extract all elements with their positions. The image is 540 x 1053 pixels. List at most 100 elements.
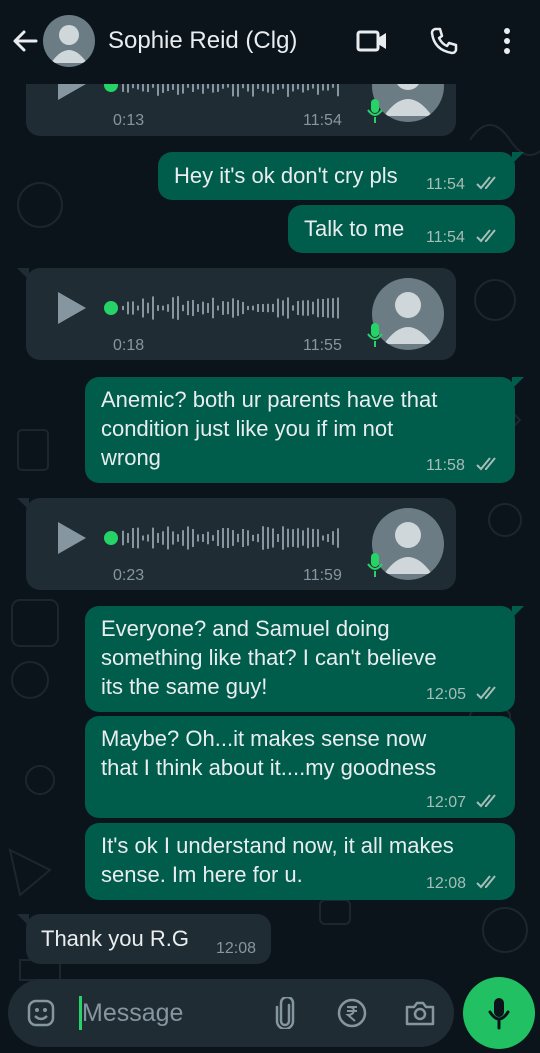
waveform-bar: [152, 296, 154, 320]
waveform-bar: [322, 535, 324, 541]
waveform-bar: [217, 529, 219, 547]
waveform-bar: [152, 527, 154, 549]
rupee-payment-icon[interactable]: [335, 996, 369, 1030]
phone-icon[interactable]: [427, 24, 461, 58]
message-line: Anemic? both ur parents have that: [101, 387, 438, 412]
waveform-bar: [257, 303, 259, 313]
waveform-bar: [177, 534, 179, 542]
read-receipt-icon: [476, 875, 496, 889]
waveform-bar: [217, 305, 219, 311]
message-time: 12:05: [426, 686, 467, 703]
waveform-bar: [127, 301, 129, 315]
message-text: Everyone? and Samuel doing something lik…: [101, 614, 437, 701]
waveform-bar: [162, 305, 164, 311]
waveform-bar: [187, 300, 189, 316]
video-call-icon[interactable]: [355, 24, 389, 58]
message-input[interactable]: Message: [82, 999, 183, 1028]
waveform-bar: [142, 298, 144, 318]
read-receipt-icon: [476, 229, 496, 243]
waveform-bar: [227, 528, 229, 548]
waveform-bar: [142, 535, 144, 541]
message-bubble-outgoing: Anemic? both ur parents have that condit…: [85, 377, 524, 483]
attach-icon[interactable]: [268, 996, 302, 1030]
waveform-bar: [317, 529, 319, 547]
mic-icon: [488, 998, 510, 1030]
waveform-bar: [327, 298, 329, 318]
message-time: 11:54: [426, 176, 465, 193]
mic-icon: [367, 323, 383, 347]
voice-duration: 0:18: [113, 337, 145, 354]
play-icon[interactable]: [58, 292, 86, 324]
waveform: [122, 526, 339, 550]
contact-name[interactable]: Sophie Reid (Clg): [108, 27, 297, 55]
waveform-bar: [192, 529, 194, 547]
waveform-bar: [312, 301, 314, 315]
waveform-bar: [302, 300, 304, 316]
play-icon[interactable]: [58, 522, 86, 554]
read-receipt-icon: [476, 686, 496, 700]
message-text: Talk to me: [304, 216, 405, 241]
waveform-bar: [222, 301, 224, 315]
waveform-bar: [297, 300, 299, 316]
waveform-bar: [272, 303, 274, 313]
voice-duration: 0:13: [113, 112, 145, 129]
message-bubble-outgoing: Everyone? and Samuel doing something lik…: [85, 606, 524, 712]
message-bubble-outgoing: Maybe? Oh...it makes sense now that I th…: [85, 716, 515, 818]
message-line: something like that? I can't believe: [101, 645, 437, 670]
voice-progress-dot[interactable]: [104, 301, 118, 315]
waveform-bar: [232, 298, 234, 318]
message-time: 12:08: [216, 940, 257, 957]
avatar[interactable]: [43, 15, 95, 67]
message-line: its the same guy!: [101, 674, 268, 699]
message-line: that I think about it....my goodness: [101, 755, 437, 780]
waveform-bar: [237, 300, 239, 316]
voice-message: 0:18 11:55: [17, 268, 456, 360]
message-time: 11:54: [426, 229, 465, 246]
waveform-bar: [292, 529, 294, 547]
waveform-bar: [202, 534, 204, 542]
message-bubble-incoming: Thank you R.G 12:08: [17, 914, 271, 964]
voice-message: 0:23 11:59: [17, 498, 456, 590]
waveform-bar: [182, 304, 184, 312]
waveform-bar: [122, 305, 124, 311]
camera-icon[interactable]: [403, 996, 437, 1030]
waveform-bar: [287, 528, 289, 548]
waveform-bar: [317, 298, 319, 318]
waveform-bar: [227, 301, 229, 315]
back-arrow-icon[interactable]: [10, 26, 40, 56]
mic-button[interactable]: [463, 977, 535, 1049]
emoji-icon[interactable]: [24, 996, 58, 1030]
waveform-bar: [332, 531, 334, 545]
waveform-bar: [197, 304, 199, 312]
message-text: Hey it's ok don't cry pls: [174, 163, 398, 188]
waveform-bar: [252, 305, 254, 311]
message-line: Everyone? and Samuel doing: [101, 616, 390, 641]
more-options-icon[interactable]: [490, 24, 524, 58]
waveform-bar: [137, 305, 139, 311]
message-text: Anemic? both ur parents have that condit…: [101, 385, 437, 472]
waveform-bar: [212, 297, 214, 319]
message-time: 11:54: [303, 112, 342, 129]
waveform-bar: [277, 533, 279, 543]
waveform-bar: [277, 298, 279, 318]
voice-progress-dot[interactable]: [104, 531, 118, 545]
waveform-bar: [252, 534, 254, 542]
waveform-bar: [192, 300, 194, 316]
waveform-bar: [207, 531, 209, 545]
message-text: It's ok I understand now, it all makes s…: [101, 831, 454, 889]
waveform-bar: [297, 528, 299, 548]
waveform-bar: [312, 528, 314, 548]
message-time: 11:55: [303, 337, 342, 354]
waveform-bar: [307, 527, 309, 549]
waveform-bar: [157, 305, 159, 311]
waveform-bar: [332, 298, 334, 318]
waveform-bar: [167, 304, 169, 312]
waveform-bar: [257, 533, 259, 543]
waveform-bar: [202, 301, 204, 315]
waveform-bar: [337, 297, 339, 319]
mic-icon: [367, 99, 383, 123]
waveform-bar: [322, 299, 324, 317]
read-receipt-icon: [476, 457, 496, 471]
waveform-bar: [282, 300, 284, 316]
waveform-bar: [132, 528, 134, 548]
